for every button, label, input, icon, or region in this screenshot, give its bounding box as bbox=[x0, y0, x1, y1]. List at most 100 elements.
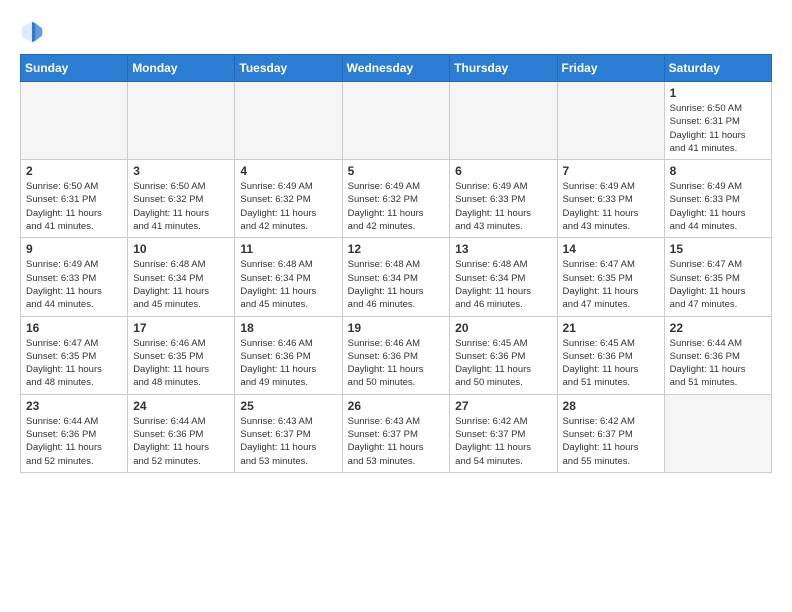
day-info: Sunrise: 6:45 AM Sunset: 6:36 PM Dayligh… bbox=[455, 337, 551, 390]
day-info: Sunrise: 6:45 AM Sunset: 6:36 PM Dayligh… bbox=[563, 337, 659, 390]
calendar-cell: 9Sunrise: 6:49 AM Sunset: 6:33 PM Daylig… bbox=[21, 238, 128, 316]
day-info: Sunrise: 6:48 AM Sunset: 6:34 PM Dayligh… bbox=[240, 258, 336, 311]
day-info: Sunrise: 6:47 AM Sunset: 6:35 PM Dayligh… bbox=[670, 258, 766, 311]
day-number: 23 bbox=[26, 399, 122, 413]
day-number: 3 bbox=[133, 164, 229, 178]
day-number: 8 bbox=[670, 164, 766, 178]
calendar-cell: 26 Sunrise: 6:43 AM Sunset: 6:37 PM Dayli… bbox=[342, 394, 450, 472]
day-info: Sunrise: 6:49 AM Sunset: 6:32 PM Dayligh… bbox=[240, 180, 336, 233]
weekday-header-wednesday: Wednesday bbox=[342, 55, 450, 82]
logo-icon bbox=[20, 20, 44, 44]
day-number: 7 bbox=[563, 164, 659, 178]
day-number: 5 bbox=[348, 164, 445, 178]
calendar-week-1: 1Sunrise: 6:50 AM Sunset: 6:31 PM Daylig… bbox=[21, 82, 772, 160]
calendar-cell: 14 Sunrise: 6:47 AM Sunset: 6:35 PM Dayli… bbox=[557, 238, 664, 316]
calendar-cell bbox=[557, 82, 664, 160]
day-info: Sunrise: 6:49 AM Sunset: 6:33 PM Dayligh… bbox=[670, 180, 766, 233]
day-info: Sunrise: 6:46 AM Sunset: 6:36 PM Dayligh… bbox=[240, 337, 336, 390]
calendar-table: SundayMondayTuesdayWednesdayThursdayFrid… bbox=[20, 54, 772, 473]
calendar-cell: 23 Sunrise: 6:44 AM Sunset: 6:36 PM Dayli… bbox=[21, 394, 128, 472]
calendar-cell bbox=[450, 82, 557, 160]
calendar-cell bbox=[21, 82, 128, 160]
calendar-cell: 21 Sunrise: 6:45 AM Sunset: 6:36 PM Dayli… bbox=[557, 316, 664, 394]
calendar-week-3: 9Sunrise: 6:49 AM Sunset: 6:33 PM Daylig… bbox=[21, 238, 772, 316]
day-info: Sunrise: 6:43 AM Sunset: 6:37 PM Dayligh… bbox=[240, 415, 336, 468]
calendar-cell: 2 Sunrise: 6:50 AM Sunset: 6:31 PM Daylig… bbox=[21, 160, 128, 238]
day-info: Sunrise: 6:48 AM Sunset: 6:34 PM Dayligh… bbox=[455, 258, 551, 311]
calendar-cell: 11 Sunrise: 6:48 AM Sunset: 6:34 PM Dayli… bbox=[235, 238, 342, 316]
calendar-cell bbox=[235, 82, 342, 160]
day-number: 1 bbox=[670, 86, 766, 100]
day-info: Sunrise: 6:47 AM Sunset: 6:35 PM Dayligh… bbox=[26, 337, 122, 390]
day-info: Sunrise: 6:48 AM Sunset: 6:34 PM Dayligh… bbox=[133, 258, 229, 311]
calendar-cell: 16 Sunrise: 6:47 AM Sunset: 6:35 PM Dayli… bbox=[21, 316, 128, 394]
day-number: 21 bbox=[563, 321, 659, 335]
day-number: 12 bbox=[348, 242, 445, 256]
calendar-cell: 12 Sunrise: 6:48 AM Sunset: 6:34 PM Dayli… bbox=[342, 238, 450, 316]
weekday-header-tuesday: Tuesday bbox=[235, 55, 342, 82]
day-number: 16 bbox=[26, 321, 122, 335]
day-info: Sunrise: 6:47 AM Sunset: 6:35 PM Dayligh… bbox=[563, 258, 659, 311]
calendar-cell: 8 Sunrise: 6:49 AM Sunset: 6:33 PM Daylig… bbox=[664, 160, 771, 238]
day-number: 27 bbox=[455, 399, 551, 413]
calendar-cell bbox=[342, 82, 450, 160]
logo bbox=[20, 20, 48, 44]
calendar-cell: 4 Sunrise: 6:49 AM Sunset: 6:32 PM Daylig… bbox=[235, 160, 342, 238]
calendar-cell: 19Sunrise: 6:46 AM Sunset: 6:36 PM Dayli… bbox=[342, 316, 450, 394]
day-info: Sunrise: 6:42 AM Sunset: 6:37 PM Dayligh… bbox=[563, 415, 659, 468]
page-header bbox=[20, 20, 772, 44]
calendar-cell: 1Sunrise: 6:50 AM Sunset: 6:31 PM Daylig… bbox=[664, 82, 771, 160]
day-info: Sunrise: 6:44 AM Sunset: 6:36 PM Dayligh… bbox=[133, 415, 229, 468]
day-info: Sunrise: 6:44 AM Sunset: 6:36 PM Dayligh… bbox=[26, 415, 122, 468]
day-number: 10 bbox=[133, 242, 229, 256]
calendar-cell: 27 Sunrise: 6:42 AM Sunset: 6:37 PM Dayli… bbox=[450, 394, 557, 472]
day-info: Sunrise: 6:42 AM Sunset: 6:37 PM Dayligh… bbox=[455, 415, 551, 468]
calendar-week-2: 2 Sunrise: 6:50 AM Sunset: 6:31 PM Daylig… bbox=[21, 160, 772, 238]
calendar-week-5: 23 Sunrise: 6:44 AM Sunset: 6:36 PM Dayli… bbox=[21, 394, 772, 472]
day-number: 22 bbox=[670, 321, 766, 335]
weekday-header-sunday: Sunday bbox=[21, 55, 128, 82]
calendar-cell: 7 Sunrise: 6:49 AM Sunset: 6:33 PM Daylig… bbox=[557, 160, 664, 238]
day-info: Sunrise: 6:48 AM Sunset: 6:34 PM Dayligh… bbox=[348, 258, 445, 311]
weekday-header-thursday: Thursday bbox=[450, 55, 557, 82]
day-info: Sunrise: 6:43 AM Sunset: 6:37 PM Dayligh… bbox=[348, 415, 445, 468]
weekday-header-saturday: Saturday bbox=[664, 55, 771, 82]
day-number: 24 bbox=[133, 399, 229, 413]
day-info: Sunrise: 6:50 AM Sunset: 6:32 PM Dayligh… bbox=[133, 180, 229, 233]
calendar-cell: 15 Sunrise: 6:47 AM Sunset: 6:35 PM Dayli… bbox=[664, 238, 771, 316]
day-number: 13 bbox=[455, 242, 551, 256]
day-number: 17 bbox=[133, 321, 229, 335]
day-number: 4 bbox=[240, 164, 336, 178]
calendar-cell bbox=[664, 394, 771, 472]
day-info: Sunrise: 6:50 AM Sunset: 6:31 PM Dayligh… bbox=[26, 180, 122, 233]
calendar-cell: 24 Sunrise: 6:44 AM Sunset: 6:36 PM Dayli… bbox=[128, 394, 235, 472]
day-info: Sunrise: 6:44 AM Sunset: 6:36 PM Dayligh… bbox=[670, 337, 766, 390]
calendar-cell: 22 Sunrise: 6:44 AM Sunset: 6:36 PM Dayli… bbox=[664, 316, 771, 394]
day-info: Sunrise: 6:49 AM Sunset: 6:33 PM Dayligh… bbox=[455, 180, 551, 233]
day-number: 20 bbox=[455, 321, 551, 335]
day-info: Sunrise: 6:46 AM Sunset: 6:35 PM Dayligh… bbox=[133, 337, 229, 390]
calendar-cell: 5 Sunrise: 6:49 AM Sunset: 6:32 PM Daylig… bbox=[342, 160, 450, 238]
day-number: 19 bbox=[348, 321, 445, 335]
day-number: 15 bbox=[670, 242, 766, 256]
calendar-cell: 17 Sunrise: 6:46 AM Sunset: 6:35 PM Dayli… bbox=[128, 316, 235, 394]
day-number: 2 bbox=[26, 164, 122, 178]
weekday-header-monday: Monday bbox=[128, 55, 235, 82]
calendar-cell: 10 Sunrise: 6:48 AM Sunset: 6:34 PM Dayli… bbox=[128, 238, 235, 316]
calendar-cell: 6 Sunrise: 6:49 AM Sunset: 6:33 PM Daylig… bbox=[450, 160, 557, 238]
day-number: 9 bbox=[26, 242, 122, 256]
calendar-week-4: 16 Sunrise: 6:47 AM Sunset: 6:35 PM Dayli… bbox=[21, 316, 772, 394]
day-number: 14 bbox=[563, 242, 659, 256]
calendar-cell: 28Sunrise: 6:42 AM Sunset: 6:37 PM Dayli… bbox=[557, 394, 664, 472]
day-number: 18 bbox=[240, 321, 336, 335]
day-number: 6 bbox=[455, 164, 551, 178]
day-info: Sunrise: 6:49 AM Sunset: 6:32 PM Dayligh… bbox=[348, 180, 445, 233]
calendar-cell: 18 Sunrise: 6:46 AM Sunset: 6:36 PM Dayli… bbox=[235, 316, 342, 394]
day-number: 11 bbox=[240, 242, 336, 256]
weekday-header-friday: Friday bbox=[557, 55, 664, 82]
weekday-header-row: SundayMondayTuesdayWednesdayThursdayFrid… bbox=[21, 55, 772, 82]
calendar-cell: 20 Sunrise: 6:45 AM Sunset: 6:36 PM Dayli… bbox=[450, 316, 557, 394]
day-info: Sunrise: 6:49 AM Sunset: 6:33 PM Dayligh… bbox=[563, 180, 659, 233]
calendar-cell: 3 Sunrise: 6:50 AM Sunset: 6:32 PM Daylig… bbox=[128, 160, 235, 238]
day-number: 26 bbox=[348, 399, 445, 413]
